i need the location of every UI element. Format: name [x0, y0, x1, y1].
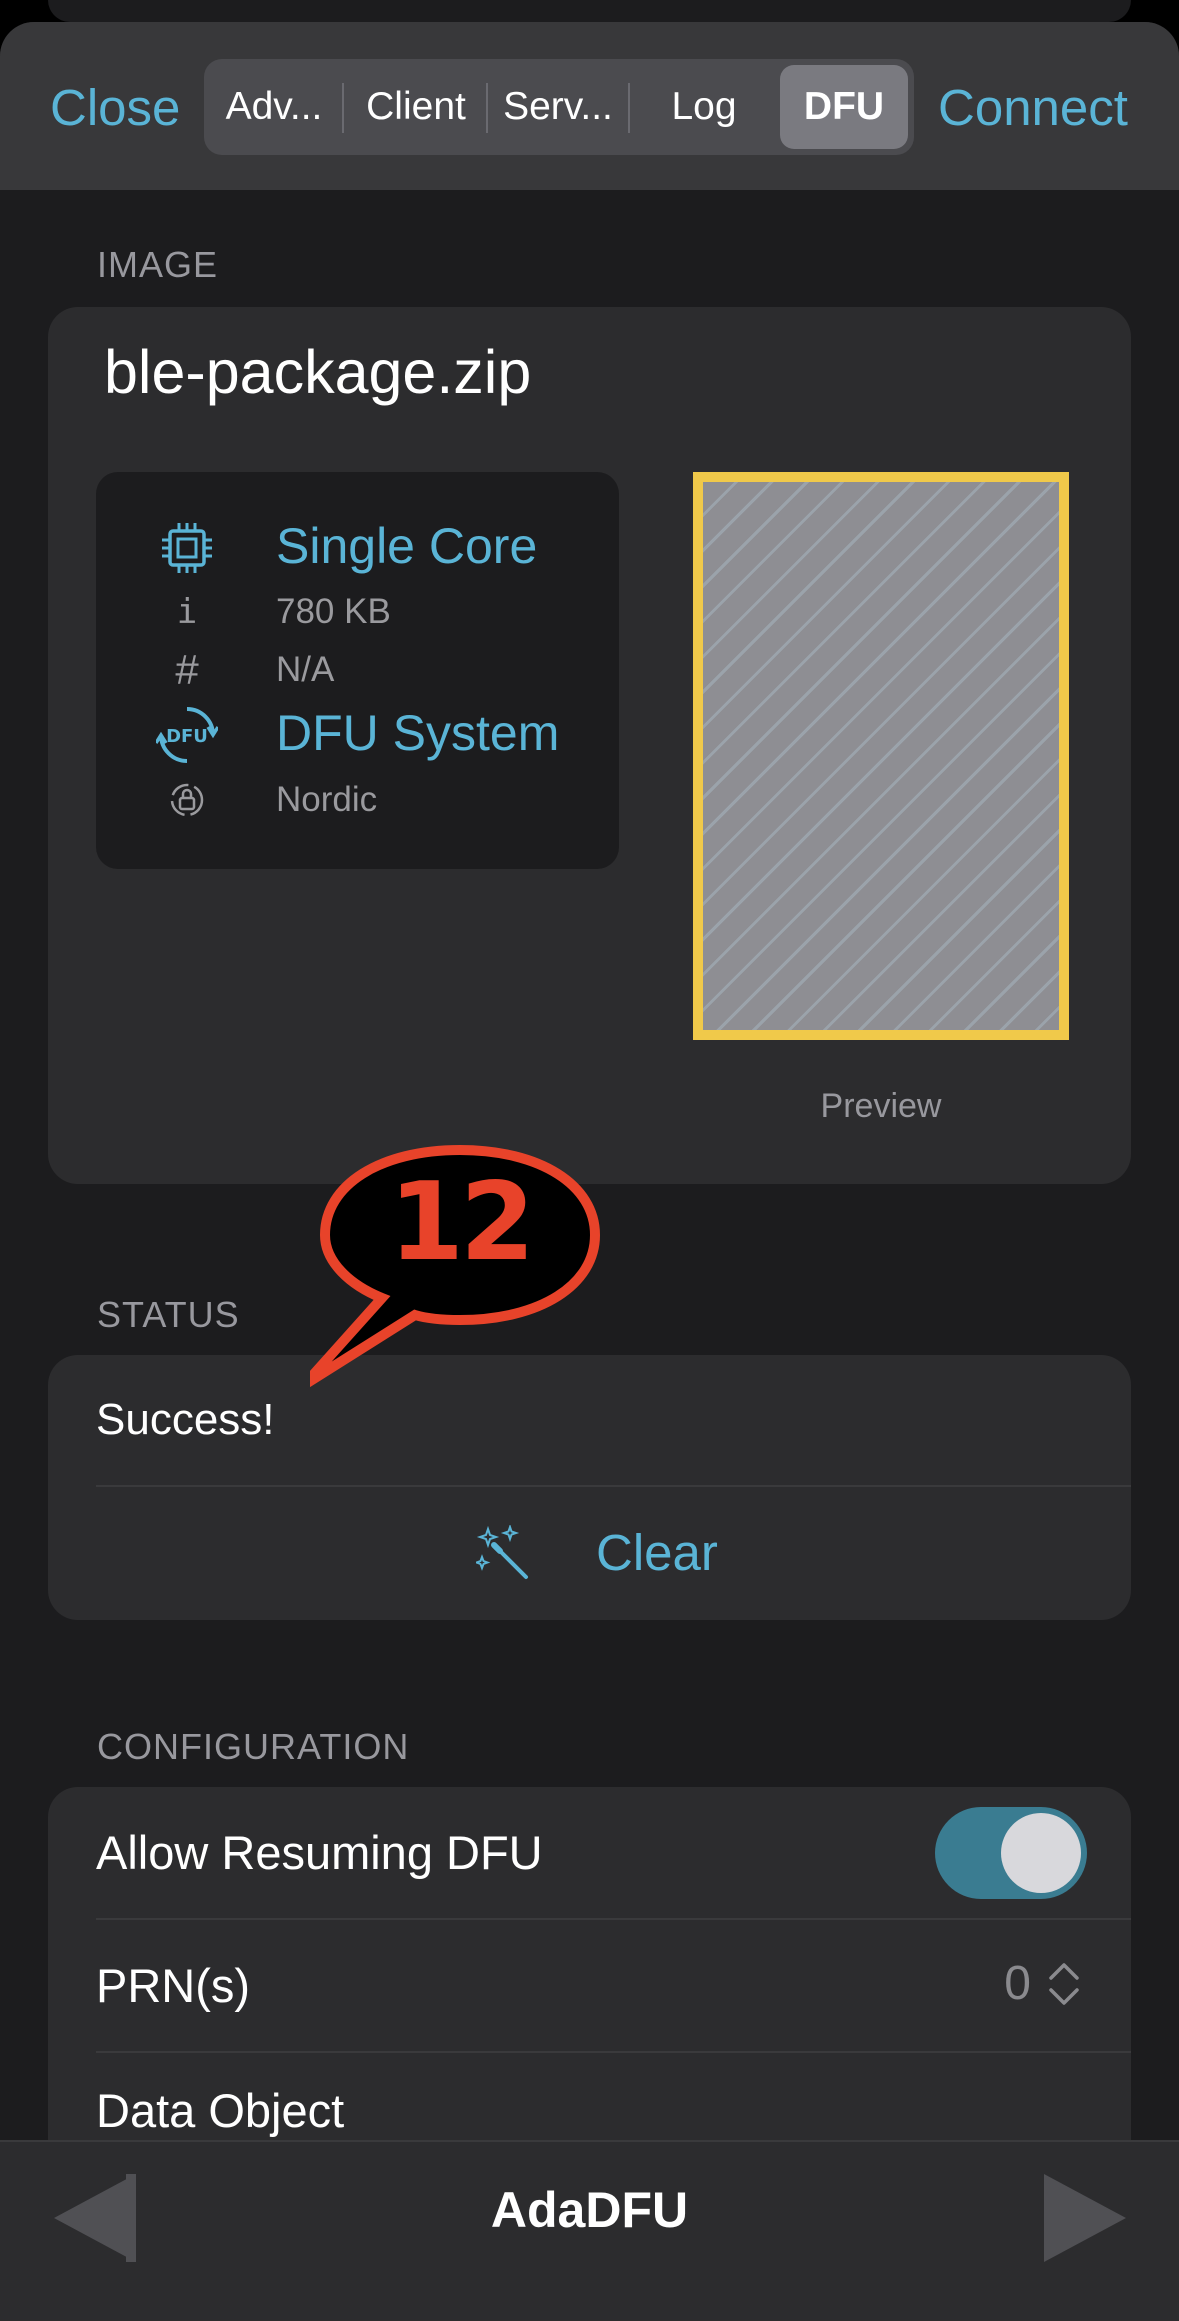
dfu-system: DFU System	[276, 705, 560, 761]
vendor-name: Nordic	[276, 780, 378, 819]
clear-button[interactable]: Clear	[48, 1485, 1131, 1620]
preview-image-placeholder	[693, 472, 1069, 1040]
callout-number: 12	[388, 1160, 535, 1285]
navigation-bar: Close Adv... Client Serv... Log DFU Conn…	[0, 22, 1179, 190]
bottom-toolbar: AdaDFU	[0, 2140, 1179, 2321]
hash-icon: #	[175, 646, 199, 693]
prn-row[interactable]: PRN(s) 0	[48, 1920, 1131, 2051]
step-callout-bubble: 12	[310, 1140, 610, 1390]
tab-advertisement[interactable]: Adv...	[212, 59, 336, 155]
file-size: 780 KB	[276, 592, 391, 631]
magic-wand-icon	[473, 1523, 536, 1586]
status-section-header: STATUS	[97, 1294, 240, 1335]
core-type: Single Core	[276, 518, 538, 574]
firmware-info-box: Single Core i 780 KB # N/A DFU DFU Syste…	[96, 472, 619, 869]
toggle-knob	[1001, 1813, 1081, 1893]
chip-icon	[156, 521, 218, 580]
tab-segmented-control: Adv... Client Serv... Log DFU	[204, 59, 914, 155]
chevron-updown-icon[interactable]	[1047, 1958, 1081, 2015]
allow-resuming-label: Allow Resuming DFU	[96, 1826, 543, 1879]
info-row-hash: # N/A	[96, 646, 619, 694]
status-text: Success!	[96, 1395, 275, 1444]
hash-value: N/A	[276, 650, 335, 689]
image-section-header: IMAGE	[97, 244, 219, 285]
prn-label: PRN(s)	[96, 1959, 251, 2012]
data-object-label: Data Object	[96, 2084, 345, 2137]
tab-server[interactable]: Serv...	[492, 59, 624, 155]
tab-dfu[interactable]: DFU	[780, 65, 908, 149]
tab-log[interactable]: Log	[634, 59, 774, 155]
info-row-dfu-system: DFU DFU System	[96, 704, 619, 768]
segment-divider	[628, 83, 630, 133]
close-button[interactable]: Close	[50, 78, 180, 137]
vendor-icon	[156, 780, 218, 825]
file-name: ble-package.zip	[104, 338, 532, 406]
status-card: Success! Clear	[48, 1355, 1131, 1620]
info-icon: i	[176, 592, 198, 632]
info-row-size: i 780 KB	[96, 592, 619, 636]
segment-divider	[486, 83, 488, 133]
image-card: ble-package.zip Single Core i 780 KB # N…	[48, 307, 1131, 1184]
toolbar-title: AdaDFU	[490, 2182, 689, 2238]
tab-client[interactable]: Client	[348, 59, 484, 155]
dfu-icon-label: DFU	[166, 726, 208, 747]
connect-button[interactable]: Connect	[938, 78, 1128, 137]
allow-resuming-row: Allow Resuming DFU	[48, 1787, 1131, 1919]
background-sheet-edge	[48, 0, 1131, 22]
info-row-vendor: Nordic	[96, 780, 619, 824]
segment-divider	[342, 83, 344, 133]
allow-resuming-toggle[interactable]	[935, 1807, 1087, 1899]
prn-value: 0	[1004, 1957, 1031, 2010]
configuration-section-header: CONFIGURATION	[97, 1726, 410, 1767]
forward-arrow-icon[interactable]	[1042, 2172, 1128, 2269]
preview-label: Preview	[820, 1087, 942, 1125]
clear-label: Clear	[596, 1524, 718, 1581]
info-row-core: Single Core	[96, 517, 619, 577]
dfu-icon: DFU	[154, 704, 220, 771]
